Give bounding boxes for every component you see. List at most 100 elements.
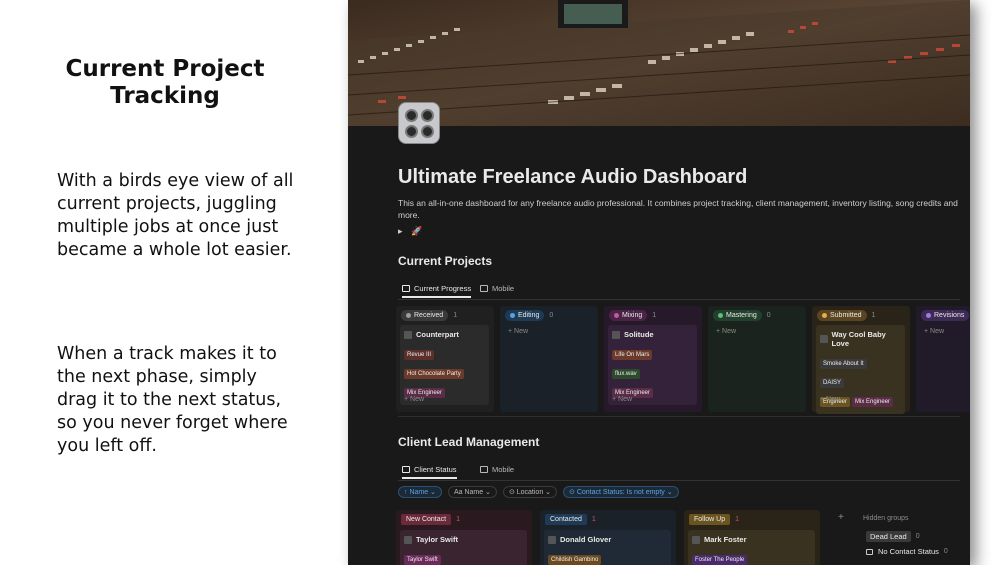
board-column-mastering: Mastering 0 + New — [708, 306, 806, 412]
card-title-text: Solitude — [624, 330, 654, 339]
filter-chip[interactable]: ↑ Name ⌄ — [398, 486, 442, 498]
hidden-group-count: 0 — [943, 548, 948, 555]
card-title: Taylor Swift — [404, 535, 523, 544]
card-title: Counterpart — [404, 330, 485, 339]
status-label: Received — [414, 312, 444, 319]
status-pill[interactable]: Mixing — [609, 310, 648, 321]
mixer-page-icon[interactable] — [398, 102, 440, 144]
status-pill[interactable]: Submitted — [817, 310, 867, 321]
lead-card[interactable]: Donald Glover Childish Gambino — [544, 530, 671, 565]
status-dot-icon — [510, 313, 515, 318]
hidden-group-label: No Contact Status — [878, 547, 939, 556]
new-card-button[interactable]: + New — [820, 396, 840, 403]
status-dot-icon — [614, 313, 619, 318]
page-description[interactable]: This an all-in-one dashboard for any fre… — [398, 197, 963, 221]
status-label: Mastering — [726, 312, 757, 319]
status-pill[interactable]: Follow Up — [689, 514, 731, 525]
no-contact-icon — [866, 548, 873, 555]
cover-image-mixing-console[interactable] — [348, 0, 970, 126]
card-title-text: Mark Foster — [704, 535, 747, 544]
mixing-console-illustration — [348, 0, 970, 126]
status-pill[interactable]: Revisions — [921, 310, 970, 321]
status-pill[interactable]: Contacted — [545, 514, 587, 525]
current-projects-board: Received 1 Counterpart Revue III Hot Chocola… — [396, 306, 970, 414]
column-count: 1 — [652, 312, 657, 319]
status-dot-icon — [926, 313, 931, 318]
promo-paragraph-1: With a birds eye view of all current pro… — [57, 171, 294, 260]
status-dot-icon — [718, 313, 723, 318]
avatar-icon — [548, 535, 556, 544]
column-header: Mastering 0 — [713, 310, 771, 321]
column-count: 0 — [549, 312, 554, 319]
tab-label: Mobile — [492, 284, 515, 293]
card-tag: DAISY — [820, 378, 845, 388]
new-card-button[interactable]: + New — [716, 328, 736, 335]
new-card-button[interactable]: + New — [508, 328, 528, 335]
card-tags: Revue III Hot Chocolate Party Mix Engineer — [404, 343, 485, 400]
status-pill[interactable]: Received — [401, 310, 449, 321]
hidden-group-no-contact-status[interactable]: No Contact Status 0 — [866, 547, 948, 556]
avatar-icon — [404, 535, 412, 544]
slide: Current Project Tracking With a birds ey… — [0, 0, 1005, 565]
filter-chip[interactable]: ⊙ Location ⌄ — [502, 486, 558, 498]
avatar-icon — [692, 535, 700, 544]
column-header: New Contact 1 — [401, 514, 460, 525]
hidden-group-dead-lead[interactable]: Dead Lead 0 — [866, 531, 920, 542]
column-count: 1 — [456, 516, 460, 523]
tab-mobile-view[interactable]: Mobile — [480, 284, 514, 293]
filter-chip[interactable]: ⊙ Contact Status: Is not empty ⌄ — [563, 486, 679, 498]
status-pill[interactable]: New Contact — [401, 514, 452, 525]
status-pill[interactable]: Mastering — [713, 310, 762, 321]
new-card-button[interactable]: + New — [404, 396, 424, 403]
column-count: 1 — [453, 312, 458, 319]
board-icon — [402, 285, 410, 292]
card-tag: Hot Chocolate Party — [404, 369, 464, 379]
tab-label: Client Status — [414, 465, 457, 474]
board-column-editing: Editing 0 + New — [500, 306, 598, 412]
card-tag: Foster The People — [692, 555, 748, 565]
card-tag: flux.wav — [612, 369, 640, 379]
hidden-group-count: 0 — [915, 533, 920, 540]
client-lead-title[interactable]: Client Lead Management — [398, 435, 539, 449]
board-icon — [402, 466, 410, 473]
lead-card[interactable]: Taylor Swift Taylor Swift — [400, 530, 527, 565]
current-projects-title[interactable]: Current Projects — [398, 254, 492, 268]
board-column-mixing: Mixing 1 Solitude Life On Mars flux.wav Mix E… — [604, 306, 702, 412]
new-card-button[interactable]: + New — [924, 328, 944, 335]
rocket-icon: 🚀 — [411, 226, 423, 236]
tab-board-view[interactable]: Current Progress — [402, 284, 472, 298]
new-card-button[interactable]: + New — [612, 396, 632, 403]
toggle-arrow-icon[interactable]: ▸ — [398, 226, 403, 236]
column-header: Mixing 1 — [609, 310, 656, 321]
album-art-icon — [612, 330, 620, 339]
grid-icon — [480, 466, 488, 473]
project-card[interactable]: Counterpart Revue III Hot Chocolate Party M… — [400, 325, 489, 405]
project-card[interactable]: Solitude Life On Mars flux.wav Mix Engineer — [608, 325, 697, 405]
toggle-block[interactable]: ▸ 🚀 — [398, 226, 422, 237]
client-lead-tabs: Client Status Mobile — [398, 463, 960, 481]
tab-board-view[interactable]: Client Status — [402, 465, 457, 479]
status-pill[interactable]: Editing — [505, 310, 545, 321]
lead-column-contacted: Contacted 1 Donald Glover Childish Gambino — [540, 510, 676, 565]
column-header: Contacted 1 — [545, 514, 596, 525]
add-group-icon[interactable]: + — [838, 512, 844, 523]
lead-card[interactable]: Mark Foster Foster The People — [688, 530, 815, 565]
board-column-received: Received 1 Counterpart Revue III Hot Chocola… — [396, 306, 494, 412]
status-label: Revisions — [934, 312, 965, 319]
status-label: Editing — [518, 312, 540, 319]
section-divider — [398, 416, 960, 417]
card-tag: Life On Mars — [612, 350, 653, 360]
column-header: Revisions — [921, 310, 970, 321]
column-count: 1 — [591, 516, 596, 523]
card-tag: Mix Engineer — [852, 397, 894, 407]
card-title-text: Way Cool Baby Love — [831, 330, 886, 348]
card-tag: Taylor Swift — [404, 555, 441, 565]
hidden-group-label: Dead Lead — [866, 531, 911, 542]
card-title-text: Donald Glover — [560, 535, 612, 544]
status-label: Submitted — [830, 312, 862, 319]
page-title[interactable]: Ultimate Freelance Audio Dashboard — [398, 166, 747, 189]
card-tag: Childish Gambino — [548, 555, 602, 565]
tab-mobile-view[interactable]: Mobile — [480, 465, 514, 474]
card-tag: Revue III — [404, 350, 435, 360]
filter-chip[interactable]: Aa Name ⌄ — [447, 486, 497, 498]
